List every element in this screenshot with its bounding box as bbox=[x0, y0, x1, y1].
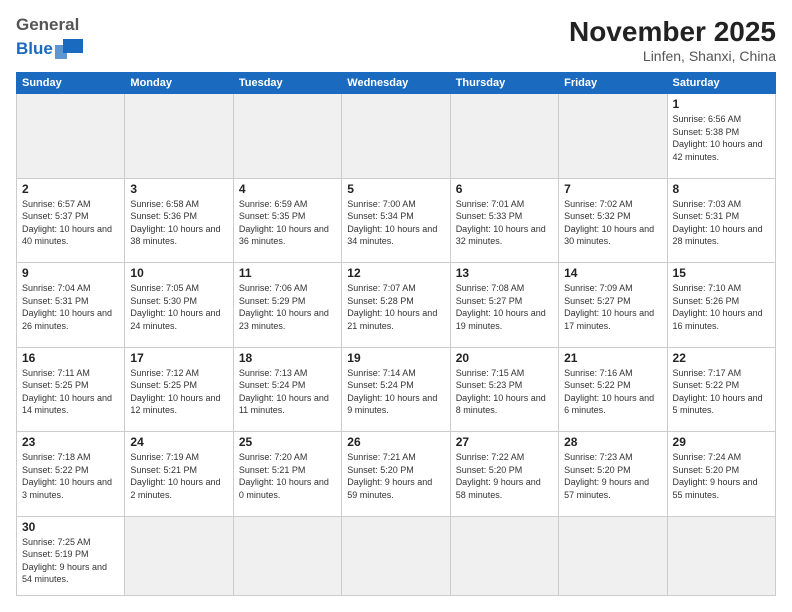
table-row: 4 Sunrise: 6:59 AMSunset: 5:35 PMDayligh… bbox=[233, 178, 341, 263]
logo: General Blue bbox=[16, 16, 87, 63]
table-row: 3 Sunrise: 6:58 AMSunset: 5:36 PMDayligh… bbox=[125, 178, 233, 263]
table-row bbox=[450, 94, 558, 179]
table-row: 6 Sunrise: 7:01 AMSunset: 5:33 PMDayligh… bbox=[450, 178, 558, 263]
table-row: 11 Sunrise: 7:06 AMSunset: 5:29 PMDaylig… bbox=[233, 263, 341, 348]
month-title: November 2025 bbox=[569, 16, 776, 48]
location: Linfen, Shanxi, China bbox=[569, 48, 776, 64]
header: General Blue November 2025 Linfen, Shanx… bbox=[16, 16, 776, 64]
table-row: 5 Sunrise: 7:00 AMSunset: 5:34 PMDayligh… bbox=[342, 178, 450, 263]
table-row: 12 Sunrise: 7:07 AMSunset: 5:28 PMDaylig… bbox=[342, 263, 450, 348]
table-row: 8 Sunrise: 7:03 AMSunset: 5:31 PMDayligh… bbox=[667, 178, 775, 263]
table-row: 2 Sunrise: 6:57 AMSunset: 5:37 PMDayligh… bbox=[17, 178, 125, 263]
table-row: 28 Sunrise: 7:23 AMSunset: 5:20 PMDaylig… bbox=[559, 432, 667, 517]
col-sunday: Sunday bbox=[17, 73, 125, 94]
table-row: 13 Sunrise: 7:08 AMSunset: 5:27 PMDaylig… bbox=[450, 263, 558, 348]
table-row: 16 Sunrise: 7:11 AMSunset: 5:25 PMDaylig… bbox=[17, 347, 125, 432]
table-row: 7 Sunrise: 7:02 AMSunset: 5:32 PMDayligh… bbox=[559, 178, 667, 263]
table-row: 9 Sunrise: 7:04 AMSunset: 5:31 PMDayligh… bbox=[17, 263, 125, 348]
table-row: 24 Sunrise: 7:19 AMSunset: 5:21 PMDaylig… bbox=[125, 432, 233, 517]
table-row: 20 Sunrise: 7:15 AMSunset: 5:23 PMDaylig… bbox=[450, 347, 558, 432]
table-row: 22 Sunrise: 7:17 AMSunset: 5:22 PMDaylig… bbox=[667, 347, 775, 432]
title-block: November 2025 Linfen, Shanxi, China bbox=[569, 16, 776, 64]
logo-text: General Blue bbox=[16, 16, 87, 63]
table-row bbox=[342, 516, 450, 596]
table-row: 10 Sunrise: 7:05 AMSunset: 5:30 PMDaylig… bbox=[125, 263, 233, 348]
table-row: 25 Sunrise: 7:20 AMSunset: 5:21 PMDaylig… bbox=[233, 432, 341, 517]
table-row bbox=[342, 94, 450, 179]
col-thursday: Thursday bbox=[450, 73, 558, 94]
table-row: 29 Sunrise: 7:24 AMSunset: 5:20 PMDaylig… bbox=[667, 432, 775, 517]
table-row: 17 Sunrise: 7:12 AMSunset: 5:25 PMDaylig… bbox=[125, 347, 233, 432]
table-row bbox=[450, 516, 558, 596]
table-row bbox=[125, 516, 233, 596]
col-tuesday: Tuesday bbox=[233, 73, 341, 94]
calendar-header-row: Sunday Monday Tuesday Wednesday Thursday… bbox=[17, 73, 776, 94]
table-row: 19 Sunrise: 7:14 AMSunset: 5:24 PMDaylig… bbox=[342, 347, 450, 432]
table-row bbox=[559, 94, 667, 179]
calendar: Sunday Monday Tuesday Wednesday Thursday… bbox=[16, 72, 776, 596]
table-row bbox=[233, 516, 341, 596]
table-row bbox=[233, 94, 341, 179]
table-row bbox=[667, 516, 775, 596]
table-row bbox=[559, 516, 667, 596]
logo-general: General bbox=[16, 15, 79, 34]
table-row: 21 Sunrise: 7:16 AMSunset: 5:22 PMDaylig… bbox=[559, 347, 667, 432]
col-saturday: Saturday bbox=[667, 73, 775, 94]
table-row bbox=[17, 94, 125, 179]
table-row: 23 Sunrise: 7:18 AMSunset: 5:22 PMDaylig… bbox=[17, 432, 125, 517]
table-row: 26 Sunrise: 7:21 AMSunset: 5:20 PMDaylig… bbox=[342, 432, 450, 517]
col-wednesday: Wednesday bbox=[342, 73, 450, 94]
table-row: 30 Sunrise: 7:25 AMSunset: 5:19 PMDaylig… bbox=[17, 516, 125, 596]
col-friday: Friday bbox=[559, 73, 667, 94]
page: General Blue November 2025 Linfen, Shanx… bbox=[0, 0, 792, 612]
table-row: 27 Sunrise: 7:22 AMSunset: 5:20 PMDaylig… bbox=[450, 432, 558, 517]
col-monday: Monday bbox=[125, 73, 233, 94]
logo-blue-text: Blue bbox=[16, 39, 53, 59]
table-row: 18 Sunrise: 7:13 AMSunset: 5:24 PMDaylig… bbox=[233, 347, 341, 432]
table-row: 15 Sunrise: 7:10 AMSunset: 5:26 PMDaylig… bbox=[667, 263, 775, 348]
table-row: 1 Sunrise: 6:56 AMSunset: 5:38 PMDayligh… bbox=[667, 94, 775, 179]
logo-icon bbox=[55, 35, 87, 63]
table-row bbox=[125, 94, 233, 179]
table-row: 14 Sunrise: 7:09 AMSunset: 5:27 PMDaylig… bbox=[559, 263, 667, 348]
